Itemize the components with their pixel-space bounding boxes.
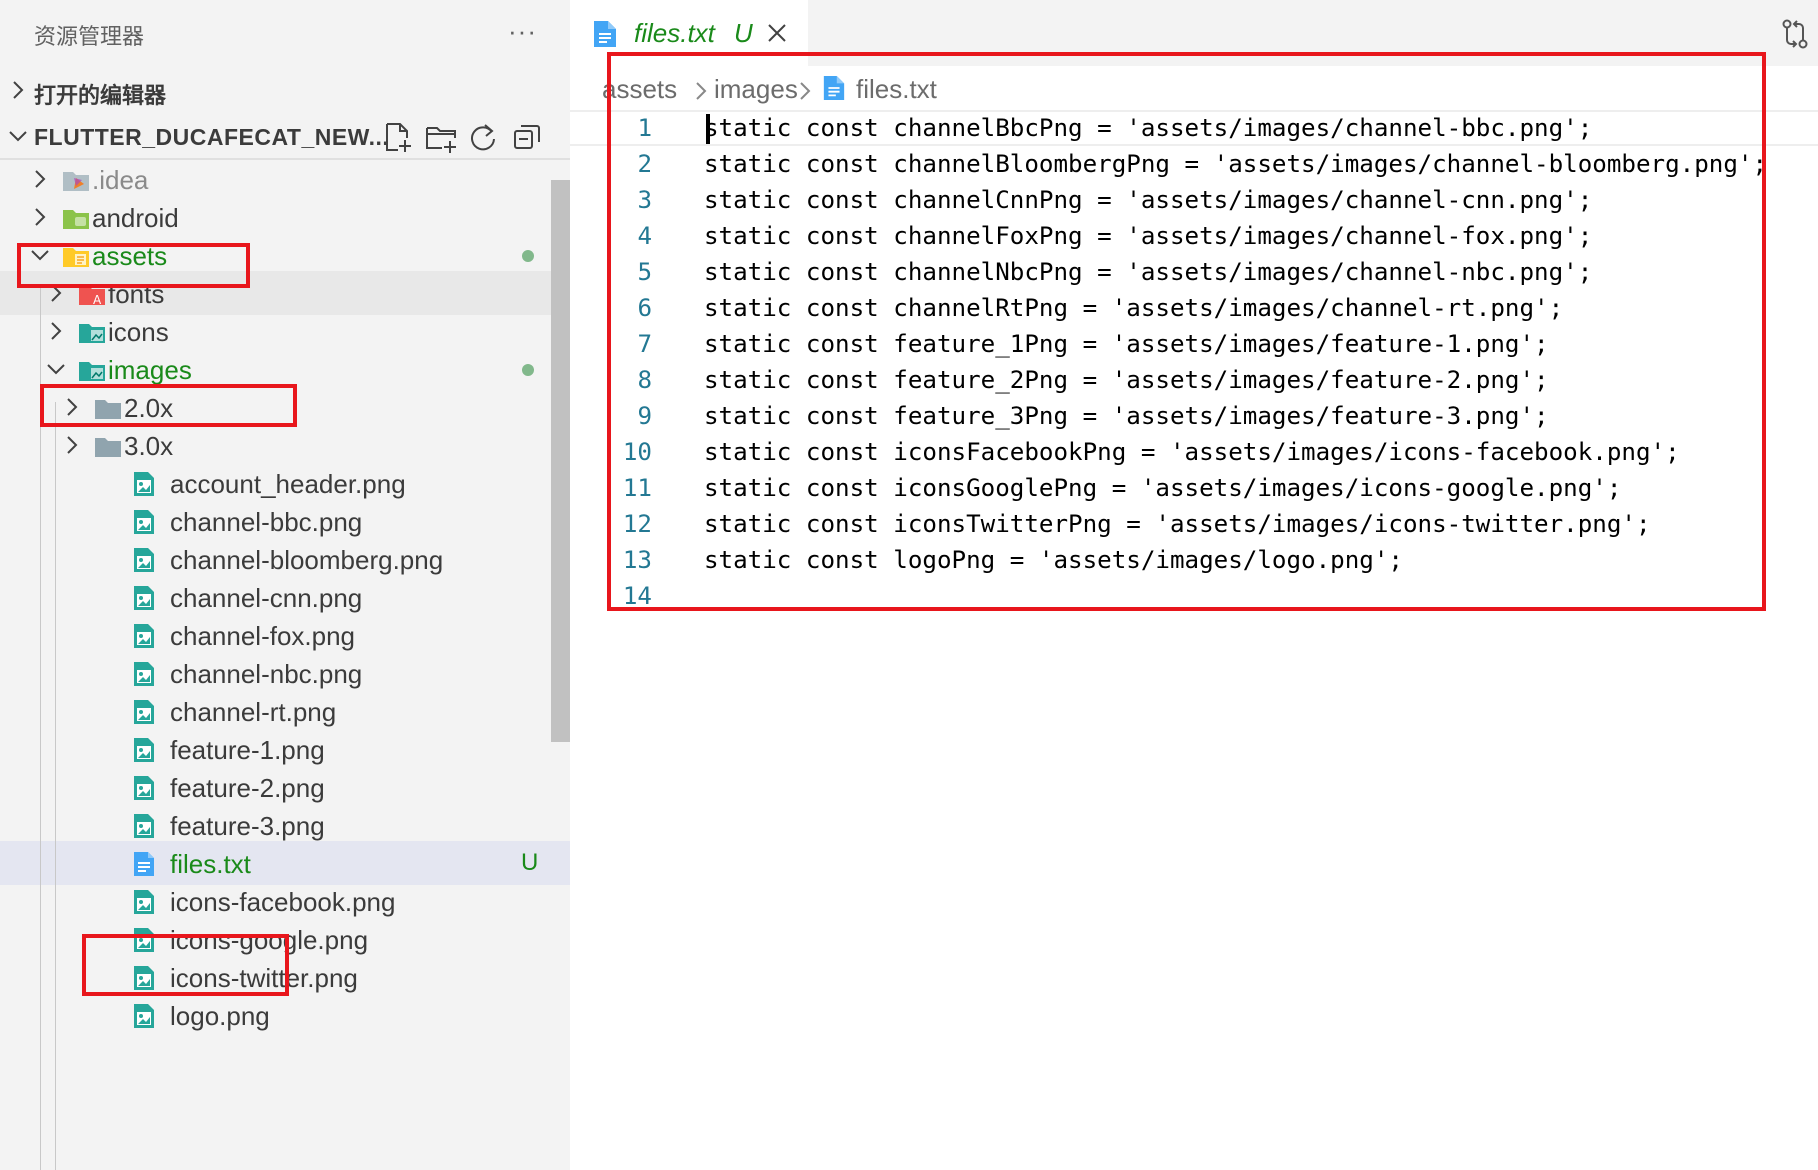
tree-item-label: feature-3.png [170,811,325,841]
images-folder-icon [79,324,105,343]
chevron-right-icon[interactable] [60,433,84,457]
chevron-down-icon[interactable] [44,357,68,381]
tree-item-label: android [92,203,179,233]
chevron-right-icon[interactable] [28,167,52,191]
image-file-icon [134,472,154,496]
tree-item-label: feature-1.png [170,735,325,765]
text-file-icon [594,21,616,47]
tab-label: files.txt [634,18,715,48]
tree-item-label: channel-bbc.png [170,507,363,537]
explorer-header: 资源管理器 ··· [0,0,570,66]
tree-item-label: channel-rt.png [170,697,337,727]
image-file-icon [134,624,154,648]
folder-icon [95,438,121,457]
annotation-assets [17,243,250,288]
image-file-icon [134,700,154,724]
tree-item-label: channel-nbc.png [170,659,363,689]
scrollbar[interactable] [551,180,570,742]
more-actions-icon[interactable]: ··· [508,16,548,46]
image-file-icon [134,510,154,534]
chevron-right-icon[interactable] [28,205,52,229]
annotation-code [607,52,1766,611]
tree-item-label: channel-bloomberg.png [170,545,444,575]
tree-item-label: icons [108,317,169,347]
tree-item-label: 3.0x [124,431,174,461]
refresh-icon[interactable] [466,120,500,154]
tree-item-label: .idea [92,165,149,195]
tree-item-label: icons-facebook.png [170,887,396,917]
tab-git-badge: U [734,18,753,48]
chevron-right-icon[interactable] [44,319,68,343]
image-file-icon [134,814,154,838]
idea-folder-icon [63,172,89,191]
modified-dot [522,250,534,262]
image-file-icon [134,776,154,800]
android-folder-icon [63,210,89,229]
close-icon[interactable] [766,22,788,44]
git-untracked-badge: U [521,849,539,876]
text-file-icon [134,852,154,876]
modified-dot [522,364,534,376]
image-file-icon [134,662,154,686]
tree-item-label: account_header.png [170,469,406,499]
svg-text:A: A [93,293,102,307]
explorer-title: 资源管理器 [34,25,145,50]
tree-item-label: feature-2.png [170,773,325,803]
open-editors-section[interactable]: 打开的编辑器 [0,68,570,112]
compare-changes-icon[interactable] [1780,18,1810,50]
tree-item-label: channel-fox.png [170,621,356,651]
indent-guide [55,402,56,1170]
images-folder-icon [79,362,105,381]
annotation-files-txt [82,934,289,996]
tree-item-label: files.txt [170,849,251,879]
annotation-images [40,384,297,427]
tree-item-label: logo.png [170,1001,270,1031]
image-file-icon [134,548,154,572]
image-file-icon [134,1004,154,1028]
chevron-down-icon [9,131,27,142]
project-label: FLUTTER_DUCAFECAT_NEW... [34,124,390,150]
open-editors-label: 打开的编辑器 [34,84,167,109]
image-file-icon [134,586,154,610]
new-file-icon[interactable] [380,120,414,154]
tree-item-label: images [108,355,192,385]
new-folder-icon[interactable] [424,120,458,154]
image-file-icon [134,890,154,914]
project-section[interactable]: FLUTTER_DUCAFECAT_NEW... [0,114,570,158]
chevron-right-icon [13,81,24,99]
tree-item-label: channel-cnn.png [170,583,363,613]
image-file-icon [134,738,154,762]
collapse-all-icon[interactable] [510,120,544,154]
tree-item-logo-png[interactable]: logo.png [0,993,570,1037]
